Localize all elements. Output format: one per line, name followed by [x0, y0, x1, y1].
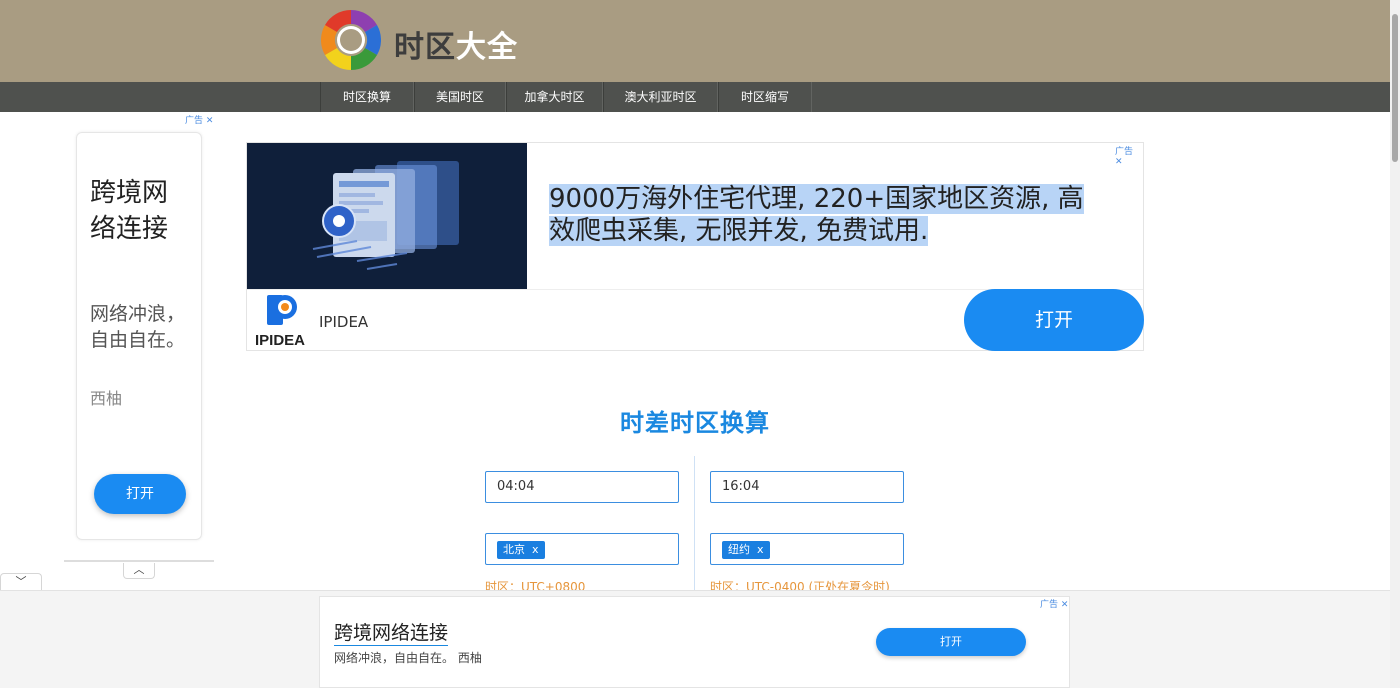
bottom-ad-description: 网络冲浪，自由自在。 西柚	[334, 651, 482, 665]
side-ad-headline[interactable]: 跨境网络连接	[90, 175, 190, 247]
left-time-input[interactable]: 04:04	[485, 471, 679, 503]
banner-ad-brand: IPIDEA	[319, 313, 369, 331]
site-logo-text[interactable]: 时区大全	[394, 22, 518, 66]
page-scrollbar[interactable]	[1390, 0, 1400, 688]
bottom-ad-open-button[interactable]: 打开	[876, 628, 1026, 656]
page: 时区大全 时区换算 美国时区 加拿大时区 澳大利亚时区 时区缩写 广告 ✕ 跨境…	[0, 0, 1400, 688]
remove-zone-icon[interactable]: x	[532, 543, 539, 556]
close-icon[interactable]: ✕	[206, 116, 214, 126]
right-time-input[interactable]: 16:04	[710, 471, 904, 503]
scrollbar-thumb[interactable]	[1392, 14, 1398, 162]
side-ad-card[interactable]: 跨境网络连接 网络冲浪，自由自在。 西柚 打开	[76, 132, 202, 540]
nav-item-australia-timezones[interactable]: 澳大利亚时区	[603, 82, 718, 112]
zone-chip: 北京 x	[497, 541, 545, 559]
side-ad-description: 网络冲浪，自由自在。	[90, 303, 186, 351]
chevron-up-icon: ︿	[133, 563, 145, 576]
left-zone-input[interactable]: 北京 x	[485, 533, 679, 565]
right-zone-input[interactable]: 纽约 x	[710, 533, 904, 565]
nav-item-us-timezones[interactable]: 美国时区	[414, 82, 506, 112]
zone-chip: 纽约 x	[722, 541, 770, 559]
remove-zone-icon[interactable]: x	[757, 543, 764, 556]
nav-item-canada-timezones[interactable]: 加拿大时区	[506, 82, 603, 112]
bottom-ad[interactable]: 广告 ✕ 跨境网络连接 网络冲浪，自由自在。 西柚 打开	[319, 596, 1070, 688]
main-nav: 时区换算 美国时区 加拿大时区 澳大利亚时区 时区缩写	[0, 82, 1390, 112]
divider	[64, 560, 214, 562]
banner-ad-image[interactable]	[247, 143, 527, 289]
site-header: 时区大全	[0, 0, 1390, 82]
nav-item-timezone-abbreviations[interactable]: 时区缩写	[718, 82, 812, 112]
side-ad-open-button[interactable]: 打开	[94, 474, 186, 514]
ad-tag[interactable]: 广告 ✕	[1040, 597, 1068, 610]
ipidea-logo-text: IPIDEA	[255, 332, 306, 349]
banner-ad[interactable]: 广告 ✕ 9000万海外住宅代理, 220+国家地区资源, 高效爬虫采集, 无限…	[246, 142, 1144, 351]
logo-part-2: 大全	[456, 30, 518, 65]
banner-ad-headline[interactable]: 9000万海外住宅代理, 220+国家地区资源, 高效爬虫采集, 无限并发, 免…	[549, 183, 1109, 247]
nav-item-timezone-convert[interactable]: 时区换算	[320, 82, 414, 112]
side-ad: 广告 ✕ 跨境网络连接 网络冲浪，自由自在。 西柚 打开	[64, 112, 214, 564]
converter-title: 时差时区换算	[620, 409, 770, 437]
banner-ad-open-button[interactable]: 打开	[964, 289, 1144, 351]
close-icon[interactable]: ✕	[1061, 600, 1069, 610]
logo-part-1: 时区	[394, 30, 456, 65]
bottom-ad-headline[interactable]: 跨境网络连接	[334, 621, 449, 646]
side-ad-brand: 西柚	[90, 389, 123, 408]
color-wheel-icon[interactable]	[321, 10, 381, 70]
collapse-ad-button[interactable]: ︿	[123, 563, 155, 579]
bottom-ad-toggle[interactable]: ﹀	[0, 573, 42, 591]
ad-tag[interactable]: 广告 ✕	[185, 113, 213, 126]
ad-tag[interactable]: 广告 ✕	[1115, 144, 1143, 167]
divider	[694, 456, 695, 596]
close-icon[interactable]: ✕	[1115, 157, 1123, 167]
chevron-down-icon: ﹀	[15, 575, 27, 588]
